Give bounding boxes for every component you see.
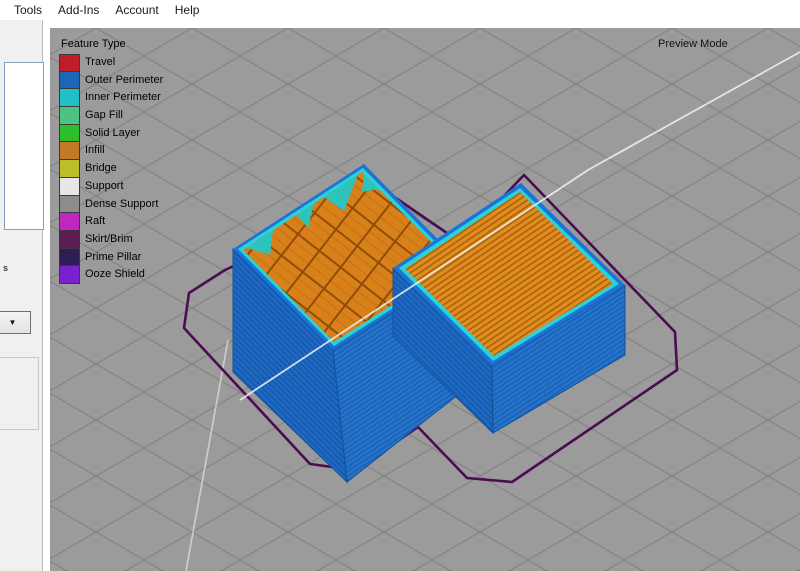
menu-item-tools[interactable]: Tools: [14, 0, 50, 20]
settings-side-panel: s ▼: [0, 20, 43, 571]
profile-dropdown[interactable]: ▼: [0, 311, 31, 334]
menu-item-account[interactable]: Account: [107, 0, 166, 20]
dropdown-arrow-icon: ▼: [9, 319, 17, 327]
viewport-3d-canvas[interactable]: [50, 28, 800, 571]
preview-viewport: Feature Type TravelOuter PerimeterInner …: [50, 28, 800, 571]
menu-item-help[interactable]: Help: [167, 0, 208, 20]
clipped-panel-label: s: [3, 263, 8, 273]
panel-group-box: [0, 357, 39, 430]
menu-item-add-ins[interactable]: Add-Ins: [50, 0, 107, 20]
process-list-box[interactable]: [4, 62, 44, 230]
menu-bar: Tools Add-Ins Account Help: [0, 0, 800, 20]
